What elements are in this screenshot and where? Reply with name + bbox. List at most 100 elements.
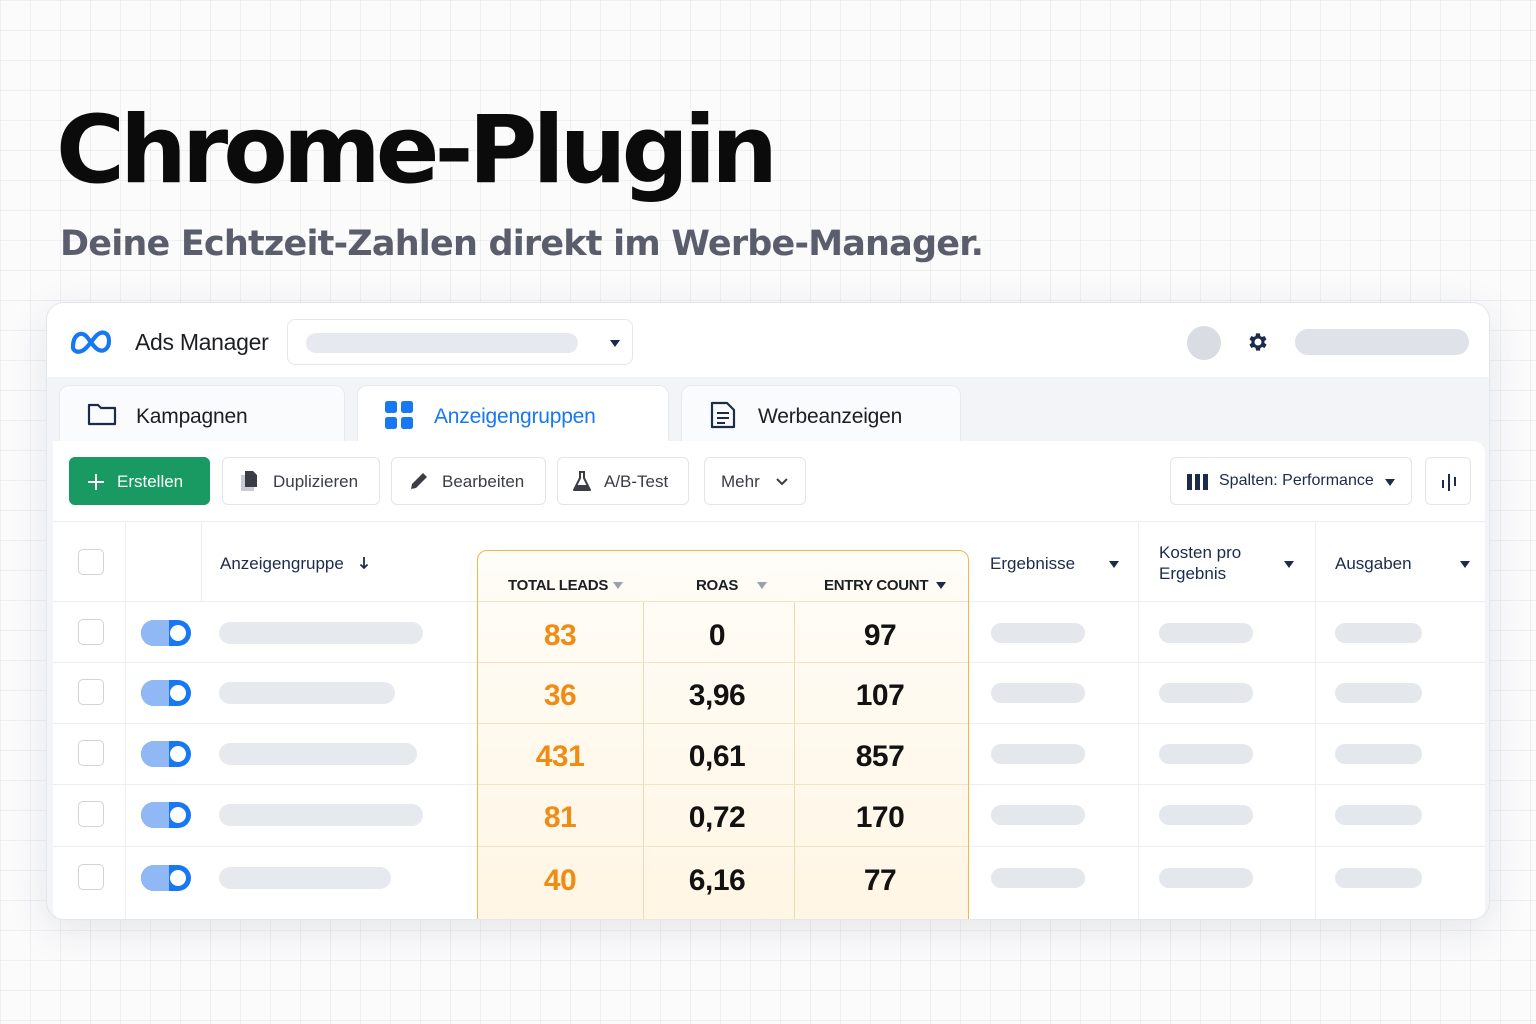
ab-test-button-label: A/B-Test [604,472,669,491]
columns-dropdown[interactable]: Spalten: Performance [1170,457,1412,505]
top-bar: Ads Manager [47,303,1489,377]
folder-icon [87,403,117,426]
spend-placeholder [1335,683,1422,703]
row-separator [478,846,968,847]
toggle-knob [170,807,186,823]
account-selector-dropdown[interactable] [287,319,633,365]
avatar[interactable] [1187,326,1221,360]
column-header-label: Ergebnis [1159,564,1227,583]
edit-button-label: Bearbeiten [442,472,525,491]
toggle-knob [170,685,186,701]
column-header-spend[interactable]: Ausgaben [1335,553,1412,574]
entry-count-value: 107 [855,679,905,712]
tab-werbeanzeigen[interactable]: Werbeanzeigen [681,385,961,445]
ab-test-button[interactable]: A/B-Test [557,457,689,505]
row-checkbox[interactable] [78,619,104,645]
status-toggle[interactable] [141,802,191,828]
column-header-adset[interactable]: Anzeigengruppe [220,553,369,574]
chevron-down-icon[interactable] [1109,561,1119,568]
more-button[interactable]: Mehr [704,457,806,505]
column-header-total-leads[interactable]: TOTAL LEADS [508,577,608,594]
edit-button[interactable]: Bearbeiten [391,457,546,505]
document-icon [710,401,736,429]
create-button-label: Erstellen [117,472,184,491]
chart-toggle-button[interactable] [1425,457,1471,505]
status-toggle[interactable] [141,741,191,767]
cost-per-result-placeholder [1159,805,1253,825]
column-header-label: TOTAL LEADS [508,577,609,594]
duplicate-icon [241,471,257,491]
entry-count-value: 170 [855,801,905,834]
total-leads-value: 81 [543,801,577,834]
toggle-knob [170,625,186,641]
entry-count-value: 857 [855,740,905,773]
col-separator [794,601,795,919]
gear-icon [1249,333,1267,351]
adset-name-placeholder [219,622,423,644]
chevron-down-icon[interactable] [757,582,767,589]
toggle-knob [170,746,186,762]
more-button-label: Mehr [721,472,760,491]
col-separator [1138,521,1139,919]
roas-value: 6,16 [688,864,746,897]
tab-anzeigengruppen[interactable]: Anzeigengruppen [357,385,669,445]
tab-kampagnen[interactable]: Kampagnen [59,385,345,445]
column-header-label: Ausgaben [1335,554,1412,573]
results-placeholder [991,683,1085,703]
row-checkbox[interactable] [78,864,104,890]
cost-per-result-placeholder [1159,683,1253,703]
tab-label: Anzeigengruppen [434,405,596,428]
column-header-cost-per-result[interactable]: Kosten pro Ergebnis [1159,542,1241,584]
row-separator [478,601,968,602]
plus-icon [88,474,104,490]
roas-value: 0 [708,619,726,652]
column-header-roas[interactable]: ROAS [696,577,738,594]
row-checkbox[interactable] [78,679,104,705]
total-leads-value: 36 [543,679,577,712]
status-toggle[interactable] [141,680,191,706]
hero-title: Chrome-Plugin [56,96,778,205]
hero-subtitle: Deine Echtzeit-Zahlen direkt im Werbe-Ma… [60,224,984,264]
tab-label: Werbeanzeigen [758,405,903,428]
cost-per-result-placeholder [1159,868,1253,888]
col-separator [201,521,202,601]
row-checkbox[interactable] [78,740,104,766]
toggle-knob [170,870,186,886]
chevron-down-icon[interactable] [613,582,623,589]
chevron-down-icon[interactable] [1284,561,1294,568]
column-header-results[interactable]: Ergebnisse [990,553,1075,574]
settings-button[interactable] [1235,319,1281,365]
column-header-label: ROAS [696,577,739,594]
adset-name-placeholder [219,743,417,765]
cost-per-result-placeholder [1159,623,1253,643]
column-header-label: Kosten pro [1159,543,1242,562]
row-checkbox[interactable] [78,801,104,827]
create-button[interactable]: Erstellen [69,457,210,505]
adset-name-placeholder [219,682,395,704]
select-all-checkbox[interactable] [78,549,104,575]
account-name-placeholder [306,333,578,353]
cost-per-result-placeholder [1159,744,1253,764]
spend-placeholder [1335,744,1422,764]
roas-value: 0,72 [688,801,746,834]
table-top-border [53,521,1485,522]
chart-bars-icon [1442,474,1456,491]
column-header-entry-count[interactable]: ENTRY COUNT [824,577,929,594]
status-toggle[interactable] [141,865,191,891]
sort-down-icon [359,557,368,570]
app-title: Ads Manager [135,329,269,355]
user-name-placeholder [1295,329,1469,355]
column-header-label: Ergebnisse [990,554,1076,573]
chevron-down-icon[interactable] [936,582,946,589]
duplicate-button[interactable]: Duplizieren [222,457,380,505]
entry-count-value: 77 [863,864,897,897]
spend-placeholder [1335,623,1422,643]
adset-name-placeholder [219,867,391,889]
row-separator [478,662,968,663]
results-placeholder [991,868,1085,888]
entry-count-value: 97 [863,619,897,652]
columns-dropdown-label: Spalten: Performance [1219,472,1374,489]
chevron-down-icon[interactable] [1460,561,1470,568]
chevron-down-icon [1385,479,1395,486]
status-toggle[interactable] [141,620,191,646]
